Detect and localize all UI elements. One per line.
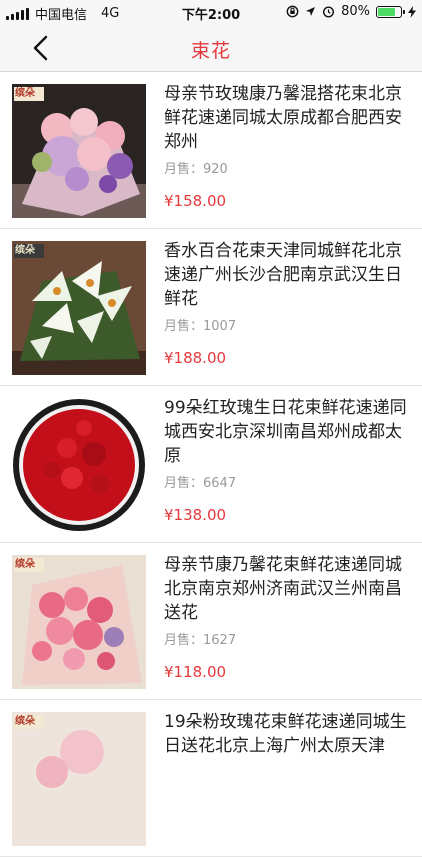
battery-icon [376,5,405,18]
brand-badge: 缤朵 [15,245,35,256]
monthly-sales: 月售：6647 [164,472,236,491]
product-title[interactable]: 香水百合花束天津同城鲜花北京速递广州长沙合肥南京武汉生日鲜花 [164,239,412,311]
sales-value: 1007 [203,319,237,334]
status-right: 80% [286,4,416,19]
location-icon [306,7,316,16]
product-title[interactable]: 19朵粉玫瑰花束鲜花速递同城生日送花北京上海广州太原天津 [164,710,412,758]
battery-percent: 80% [341,4,370,19]
product-image: 缤朵 [12,241,146,375]
product-image: 缤朵 [12,712,146,846]
product-item[interactable]: 缤朵 母亲节康乃馨花束鲜花速递同城北京南京郑州济南武汉兰州南昌送花 月售：162… [0,543,422,700]
monthly-sales: 月售：1007 [164,315,236,334]
status-bar: 中国电信 4G 下午2:00 80% [0,0,422,24]
charging-bolt-icon [408,5,416,18]
sales-value: 1627 [203,633,237,648]
alarm-icon [323,6,335,18]
sales-label: 月售： [164,319,204,334]
product-price: ¥118.00 [164,663,227,681]
product-item[interactable]: 99朵红玫瑰生日花束鲜花速递同城西安北京深圳南昌郑州成都太原 月售：6647 ¥… [0,386,422,543]
product-image [12,398,146,532]
product-item[interactable]: 缤朵 母亲节玫瑰康乃馨混搭花束北京鲜花速递同城太原成都合肥西安郑州 月售：920… [0,72,422,229]
monthly-sales: 月售：1627 [164,629,236,648]
brand-badge: 缤朵 [15,716,35,727]
sales-label: 月售： [164,476,204,491]
page-title: 束花 [190,40,231,62]
product-price: ¥188.00 [164,349,227,367]
product-list: 缤朵 母亲节玫瑰康乃馨混搭花束北京鲜花速递同城太原成都合肥西安郑州 月售：920… [0,72,422,857]
product-title[interactable]: 99朵红玫瑰生日花束鲜花速递同城西安北京深圳南昌郑州成都太原 [164,396,412,468]
product-price: ¥158.00 [164,192,227,210]
sales-value: 6647 [203,476,237,491]
battery-fill [378,7,395,16]
product-price: ¥138.00 [164,506,227,524]
product-item[interactable]: 缤朵 19朵粉玫瑰花束鲜花速递同城生日送花北京上海广州太原天津 [0,700,422,857]
product-title[interactable]: 母亲节康乃馨花束鲜花速递同城北京南京郑州济南武汉兰州南昌送花 [164,553,412,625]
sales-label: 月售： [164,162,204,177]
nav-bar: 束花 [0,24,422,72]
monthly-sales: 月售：920 [164,158,228,177]
brand-badge: 缤朵 [15,559,35,570]
product-item[interactable]: 缤朵 香水百合花束天津同城鲜花北京速递广州长沙合肥南京武汉生日鲜花 月售：100… [0,229,422,386]
brand-badge: 缤朵 [15,88,35,99]
sales-label: 月售： [164,633,204,648]
product-image: 缤朵 [12,84,146,218]
rotation-lock-icon [286,5,299,18]
product-image: 缤朵 [12,555,146,689]
product-title[interactable]: 母亲节玫瑰康乃馨混搭花束北京鲜花速递同城太原成都合肥西安郑州 [164,82,412,154]
sales-value: 920 [203,162,228,177]
